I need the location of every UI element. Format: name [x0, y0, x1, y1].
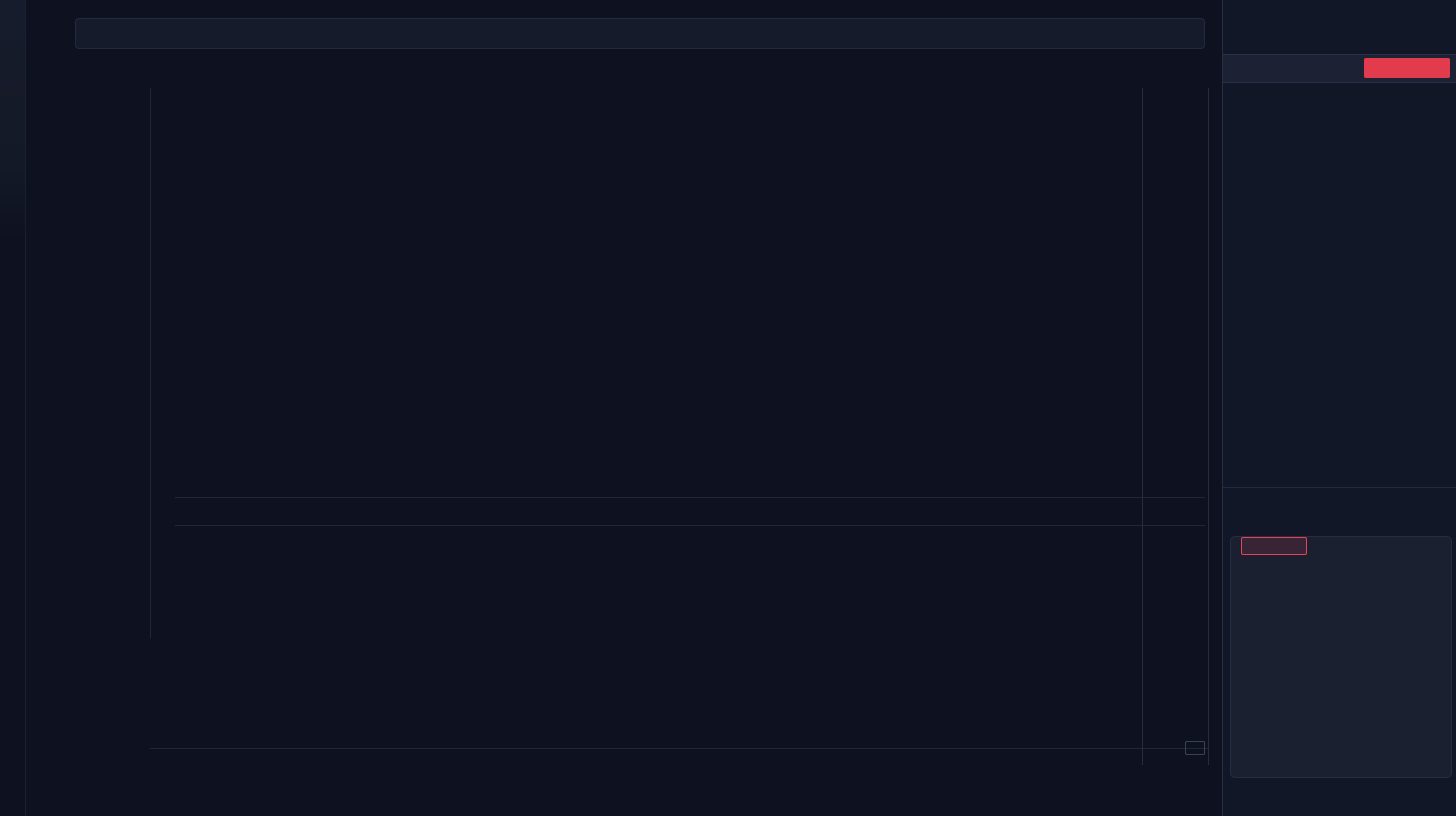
candlestick-chart[interactable]	[175, 110, 1142, 480]
oscillator-axis	[1147, 527, 1203, 745]
divider	[150, 748, 1208, 749]
top-header-bar	[75, 18, 1205, 49]
sell-button[interactable]	[1364, 58, 1450, 78]
time-axis	[175, 483, 1142, 493]
panel-separator	[1208, 88, 1209, 765]
drawing-toolbar	[0, 0, 26, 816]
watchlist-panel	[25, 88, 151, 638]
divider	[175, 525, 1205, 526]
close-all-button[interactable]	[1241, 537, 1307, 555]
trading-terminal	[0, 0, 1456, 816]
oscillator-panel[interactable]	[175, 527, 1142, 745]
axis-separator	[1142, 88, 1143, 765]
zoom-reset-button[interactable]	[1185, 741, 1205, 755]
insight-card	[1230, 536, 1452, 778]
price-axis[interactable]	[1147, 110, 1207, 480]
order-ticket-bar	[1223, 54, 1456, 83]
divider	[1223, 487, 1456, 488]
date-axis	[150, 752, 1155, 764]
order-panel	[1222, 0, 1456, 816]
divider	[175, 497, 1205, 498]
